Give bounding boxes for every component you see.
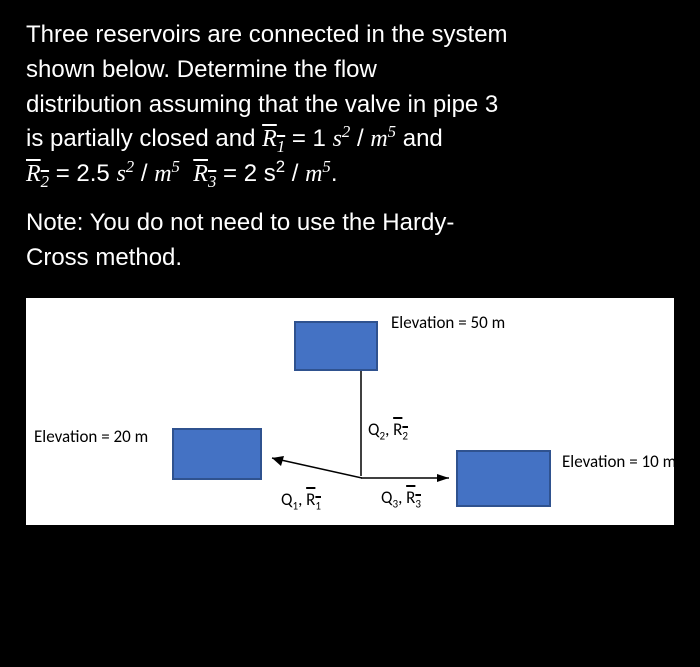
pipe-2-line	[356, 371, 366, 476]
problem-line-4a: is partially closed and	[26, 125, 262, 152]
reservoir-diagram: Elevation = 50 m Elevation = 20 m Elevat…	[26, 298, 674, 525]
r2-symbol: R2	[26, 161, 49, 187]
r3-symbol: R3	[193, 161, 216, 187]
reservoir-left	[172, 428, 262, 480]
reservoir-top	[294, 321, 378, 371]
note-line-2: Cross method.	[26, 244, 182, 271]
slash-1: /	[350, 125, 370, 152]
problem-statement: Three reservoirs are connected in the sy…	[26, 18, 674, 276]
problem-line-1: Three reservoirs are connected in the sy…	[26, 21, 508, 48]
problem-line-3: distribution assuming that the valve in …	[26, 91, 498, 118]
slash-2: /	[134, 160, 154, 187]
elevation-20-label: Elevation = 20 m	[34, 425, 148, 450]
q2-r2-label: Q2, R2	[368, 418, 408, 443]
eq3a: = 2 s	[216, 160, 275, 187]
eq1: = 1	[285, 125, 332, 152]
problem-line-2: shown below. Determine the flow	[26, 56, 377, 83]
s2-1: s2	[333, 126, 351, 152]
q3-r3-label: Q3, R3	[381, 486, 421, 511]
elevation-10-label: Elevation = 10 m	[562, 450, 676, 475]
pipe-3-arrow	[361, 473, 461, 485]
eq2: = 2.5	[49, 160, 116, 187]
elevation-50-label: Elevation = 50 m	[391, 311, 505, 336]
s2-2: s2	[116, 161, 134, 187]
sup2-3: 2	[276, 157, 285, 176]
r1-symbol: R1	[262, 126, 285, 152]
note-line-1: Note: You do not need to use the Hardy-	[26, 209, 454, 236]
q1-r1-label: Q1, R1	[281, 488, 321, 513]
eq3b: /	[285, 160, 305, 187]
period: .	[331, 160, 338, 187]
and: and	[396, 125, 443, 152]
m5-1: m5	[370, 126, 396, 152]
m5-3: m5	[305, 161, 331, 187]
reservoir-right	[456, 450, 551, 507]
m5-2: m5	[154, 161, 180, 187]
pipe-1-arrow	[262, 453, 362, 483]
